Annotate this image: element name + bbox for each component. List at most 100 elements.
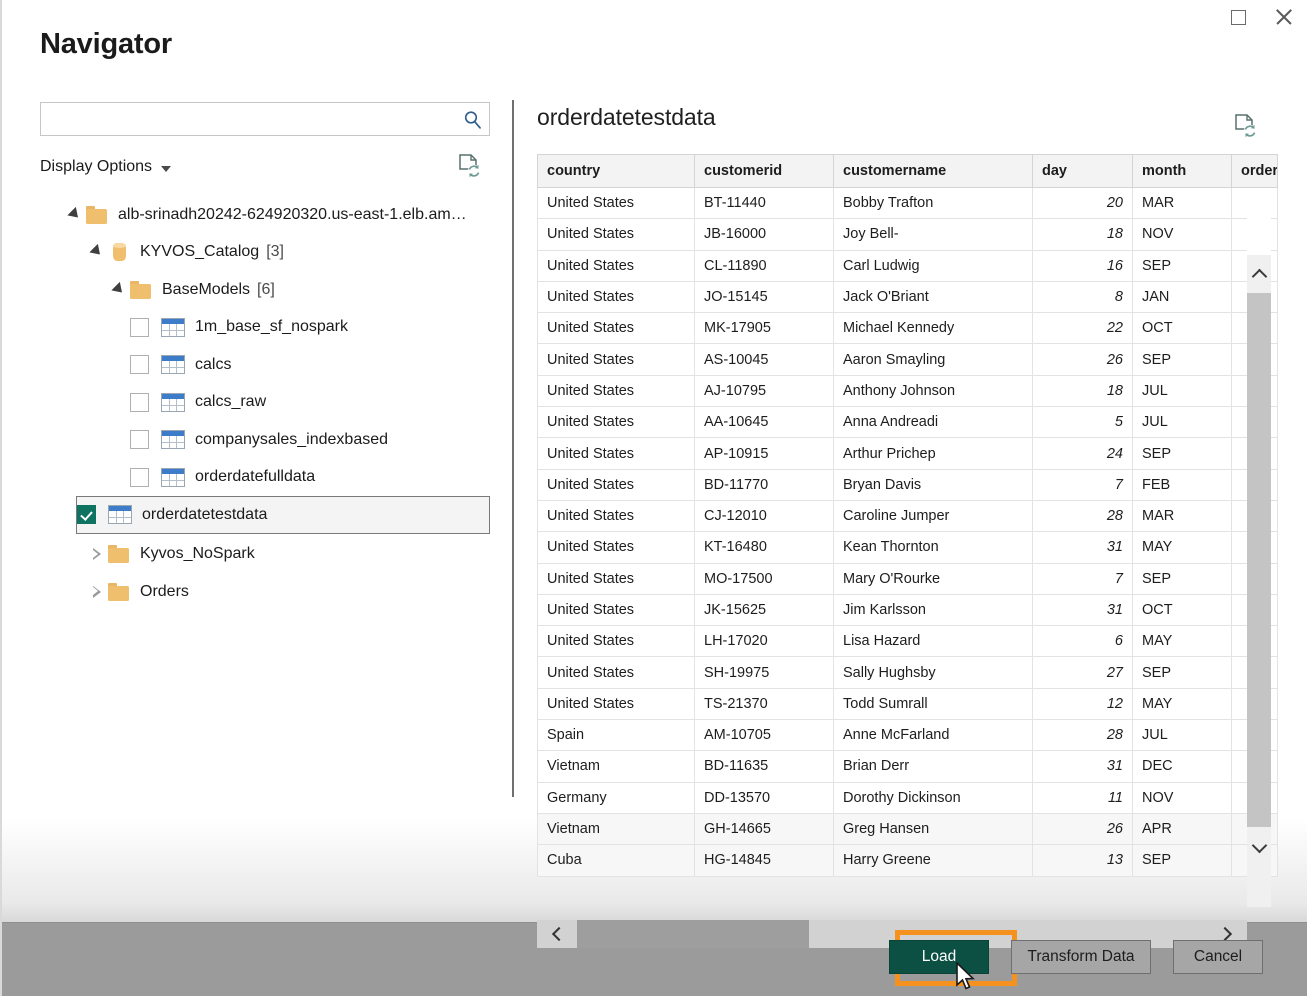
refresh-preview-icon[interactable] bbox=[1232, 112, 1258, 140]
close-button[interactable] bbox=[1261, 2, 1307, 32]
search-input[interactable] bbox=[41, 111, 455, 127]
tree-item-label: Orders bbox=[140, 583, 189, 601]
table-row[interactable]: United States JB-16000 Joy Bell- 18 NOV bbox=[538, 219, 1278, 250]
tree-item-server[interactable]: alb-srinadh20242-624920320.us-east-1.elb… bbox=[40, 196, 492, 234]
cell-country: United States bbox=[538, 563, 695, 594]
refresh-preview-icon[interactable] bbox=[456, 152, 482, 180]
cell-day: 5 bbox=[1033, 407, 1133, 438]
cell-customerid: AJ-10795 bbox=[695, 375, 834, 406]
table-row[interactable]: United States AP-10915 Arthur Prichep 24… bbox=[538, 438, 1278, 469]
table-row[interactable]: United States AS-10045 Aaron Smayling 26… bbox=[538, 344, 1278, 375]
column-header-day[interactable]: day bbox=[1033, 155, 1133, 188]
column-header-country[interactable]: country bbox=[538, 155, 695, 188]
table-row[interactable]: United States AA-10645 Anna Andreadi 5 J… bbox=[538, 407, 1278, 438]
vertical-scrollbar[interactable] bbox=[1247, 204, 1271, 907]
tree-item-basemodels[interactable]: BaseModels [6] bbox=[40, 271, 492, 309]
cell-month: JUL bbox=[1133, 720, 1232, 751]
cell-month: OCT bbox=[1133, 594, 1232, 625]
table-row[interactable]: United States JK-15625 Jim Karlsson 31 O… bbox=[538, 594, 1278, 625]
tree-item-table[interactable]: orderdatefulldata bbox=[40, 459, 492, 497]
cell-day: 26 bbox=[1033, 344, 1133, 375]
table-row[interactable]: United States LH-17020 Lisa Hazard 6 MAY bbox=[538, 626, 1278, 657]
cell-customername: Anne McFarland bbox=[834, 720, 1033, 751]
search-box[interactable] bbox=[40, 102, 490, 136]
cell-customerid: SH-19975 bbox=[695, 657, 834, 688]
close-icon bbox=[1274, 7, 1294, 27]
cancel-button[interactable]: Cancel bbox=[1173, 940, 1263, 974]
table-row[interactable]: United States CL-11890 Carl Ludwig 16 SE… bbox=[538, 250, 1278, 281]
table-row[interactable]: Vietnam BD-11635 Brian Derr 31 DEC bbox=[538, 751, 1278, 782]
cell-customerid: CJ-12010 bbox=[695, 500, 834, 531]
collapse-arrow-icon[interactable] bbox=[86, 544, 108, 564]
table-row[interactable]: United States TS-21370 Todd Sumrall 12 M… bbox=[538, 688, 1278, 719]
maximize-icon bbox=[1231, 10, 1246, 25]
table-icon bbox=[161, 393, 185, 412]
cell-customerid: KT-16480 bbox=[695, 532, 834, 563]
scroll-down-button[interactable] bbox=[1247, 828, 1271, 866]
table-row[interactable]: United States BT-11440 Bobby Trafton 20 … bbox=[538, 188, 1278, 219]
column-header-order[interactable]: order bbox=[1232, 155, 1278, 188]
column-header-customername[interactable]: customername bbox=[834, 155, 1033, 188]
cell-customerid: AA-10645 bbox=[695, 407, 834, 438]
load-button[interactable]: Load bbox=[889, 940, 989, 974]
horizontal-scroll-thumb[interactable] bbox=[577, 920, 809, 948]
tree-item-table-selected[interactable]: orderdatetestdata bbox=[76, 496, 490, 534]
column-header-customerid[interactable]: customerid bbox=[695, 155, 834, 188]
collapse-arrow-icon[interactable] bbox=[86, 582, 108, 602]
table-row[interactable]: United States MO-17500 Mary O'Rourke 7 S… bbox=[538, 563, 1278, 594]
chevron-down-icon bbox=[1251, 837, 1267, 853]
table-row[interactable]: Vietnam GH-14665 Greg Hansen 26 APR bbox=[538, 813, 1278, 844]
cell-month: SEP bbox=[1133, 344, 1232, 375]
table-checkbox[interactable] bbox=[130, 355, 149, 374]
table-row[interactable]: United States KT-16480 Kean Thornton 31 … bbox=[538, 532, 1278, 563]
tree-item-table[interactable]: calcs bbox=[40, 346, 492, 384]
search-icon[interactable] bbox=[455, 103, 489, 135]
scroll-up-button[interactable] bbox=[1247, 255, 1271, 293]
maximize-button[interactable] bbox=[1215, 2, 1261, 32]
cell-month: APR bbox=[1133, 813, 1232, 844]
scroll-left-button[interactable] bbox=[537, 920, 577, 948]
table-checkbox[interactable] bbox=[130, 318, 149, 337]
table-row[interactable]: United States BD-11770 Bryan Davis 7 FEB bbox=[538, 469, 1278, 500]
table-row[interactable]: Germany DD-13570 Dorothy Dickinson 11 NO… bbox=[538, 782, 1278, 813]
tree-item-label: KYVOS_Catalog bbox=[140, 243, 259, 261]
table-checkbox[interactable] bbox=[130, 430, 149, 449]
object-tree: alb-srinadh20242-624920320.us-east-1.elb… bbox=[40, 196, 492, 611]
table-row[interactable]: Spain AM-10705 Anne McFarland 28 JUL bbox=[538, 720, 1278, 751]
tree-item-kyvos-catalog[interactable]: KYVOS_Catalog [3] bbox=[40, 234, 492, 272]
navigator-dialog: Navigator Display Options bbox=[0, 0, 1307, 996]
folder-icon bbox=[108, 583, 130, 601]
table-checkbox[interactable] bbox=[130, 393, 149, 412]
expand-arrow-icon[interactable] bbox=[108, 280, 130, 300]
table-row[interactable]: United States AJ-10795 Anthony Johnson 1… bbox=[538, 375, 1278, 406]
table-row[interactable]: United States SH-19975 Sally Hughsby 27 … bbox=[538, 657, 1278, 688]
display-options-button[interactable]: Display Options bbox=[40, 158, 171, 176]
cell-customername: Jim Karlsson bbox=[834, 594, 1033, 625]
cell-day: 13 bbox=[1033, 845, 1133, 876]
table-row[interactable]: Cuba HG-14845 Harry Greene 13 SEP bbox=[538, 845, 1278, 876]
database-icon bbox=[108, 242, 130, 262]
table-body: United States BT-11440 Bobby Trafton 20 … bbox=[538, 188, 1278, 877]
cell-customername: Joy Bell- bbox=[834, 219, 1033, 250]
tree-item-kyvos-nospark[interactable]: Kyvos_NoSpark bbox=[40, 536, 492, 574]
cell-customername: Mary O'Rourke bbox=[834, 563, 1033, 594]
table-row[interactable]: United States JO-15145 Jack O'Briant 8 J… bbox=[538, 281, 1278, 312]
column-header-month[interactable]: month bbox=[1133, 155, 1232, 188]
tree-item-table[interactable]: companysales_indexbased bbox=[40, 421, 492, 459]
expand-arrow-icon[interactable] bbox=[86, 242, 108, 262]
cell-month: MAR bbox=[1133, 188, 1232, 219]
transform-data-button[interactable]: Transform Data bbox=[1011, 940, 1151, 974]
table-checkbox[interactable] bbox=[77, 505, 96, 524]
cell-day: 7 bbox=[1033, 469, 1133, 500]
tree-item-table[interactable]: 1m_base_sf_nospark bbox=[40, 309, 492, 347]
vertical-scroll-thumb[interactable] bbox=[1247, 293, 1271, 827]
cell-month: SEP bbox=[1133, 563, 1232, 594]
tree-item-orders[interactable]: Orders bbox=[40, 573, 492, 611]
cell-day: 18 bbox=[1033, 375, 1133, 406]
tree-item-table[interactable]: calcs_raw bbox=[40, 384, 492, 422]
cell-country: United States bbox=[538, 594, 695, 625]
table-checkbox[interactable] bbox=[130, 468, 149, 487]
expand-arrow-icon[interactable] bbox=[64, 205, 86, 225]
table-row[interactable]: United States CJ-12010 Caroline Jumper 2… bbox=[538, 500, 1278, 531]
table-row[interactable]: United States MK-17905 Michael Kennedy 2… bbox=[538, 313, 1278, 344]
